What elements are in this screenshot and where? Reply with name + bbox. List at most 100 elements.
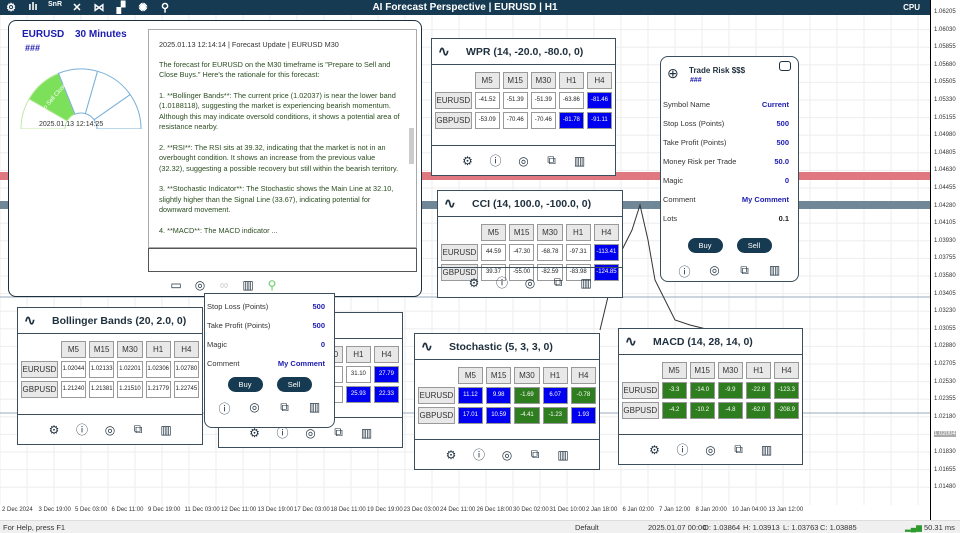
timeframe-header[interactable]: M30: [717, 361, 743, 379]
info-icon[interactable]: ⓘ: [75, 421, 89, 438]
timeframe-header[interactable]: M15: [89, 340, 115, 358]
field-value[interactable]: My Comment: [742, 195, 789, 204]
timeframe-header[interactable]: H4: [570, 366, 596, 384]
info-icon[interactable]: ⓘ: [678, 263, 692, 280]
timeframe-header[interactable]: M5: [60, 340, 87, 358]
refresh-icon[interactable]: ◎: [193, 278, 207, 292]
info-icon[interactable]: ⓘ: [495, 274, 509, 291]
field-value[interactable]: 500: [312, 321, 325, 330]
timeframe-header[interactable]: M15: [486, 366, 512, 384]
bars-icon[interactable]: ılı: [22, 1, 44, 14]
timeframe-header[interactable]: M5: [661, 361, 687, 379]
forecast-text[interactable]: 2025.01.13 12:14:14 | Forecast Update | …: [148, 29, 417, 248]
timeframe-header[interactable]: M5: [457, 366, 484, 384]
link-icon[interactable]: ∞: [217, 278, 231, 292]
trash-icon[interactable]: ▥: [579, 276, 593, 290]
field-value[interactable]: 50.0: [774, 157, 789, 166]
indicator-icon[interactable]: ⋈: [88, 1, 110, 14]
trash-icon[interactable]: ▥: [159, 423, 173, 437]
symbol-button[interactable]: EURUSD: [622, 381, 659, 399]
timeframe-header[interactable]: H1: [542, 366, 568, 384]
field-value[interactable]: 500: [776, 119, 789, 128]
timeframe-header[interactable]: H4: [173, 340, 199, 358]
field-value[interactable]: 500: [776, 138, 789, 147]
trash-icon[interactable]: ▥: [308, 400, 322, 417]
tools-icon[interactable]: ✕: [66, 1, 88, 14]
copy-icon[interactable]: ⧉: [131, 422, 145, 437]
symbol-button[interactable]: GBPUSD: [622, 401, 659, 419]
field-value[interactable]: 0.1: [779, 214, 789, 223]
timeframe-header[interactable]: H4: [373, 345, 400, 363]
copy-icon[interactable]: ⧉: [545, 153, 559, 168]
gear-icon[interactable]: ⚙: [444, 448, 458, 462]
symbol-button[interactable]: GBPUSD: [21, 380, 58, 398]
info-icon[interactable]: ⓘ: [489, 152, 503, 169]
refresh-icon[interactable]: ◎: [523, 276, 537, 290]
field-value[interactable]: My Comment: [278, 359, 325, 368]
timeframe-header[interactable]: H1: [145, 340, 171, 358]
trash-icon[interactable]: ▥: [768, 263, 782, 280]
timeframe-header[interactable]: M30: [530, 71, 556, 89]
copy-icon[interactable]: ⧉: [732, 442, 746, 457]
gear-icon[interactable]: ⚙: [648, 443, 662, 457]
timeframe-header[interactable]: M5: [474, 71, 500, 89]
buy-button[interactable]: Buy: [687, 238, 723, 253]
field-value[interactable]: 0: [785, 176, 789, 185]
timeframe-header[interactable]: M30: [514, 366, 540, 384]
forecast-input[interactable]: [148, 248, 417, 272]
minimize-icon[interactable]: [779, 61, 791, 71]
copy-icon[interactable]: ⧉: [332, 425, 346, 440]
symbol-button[interactable]: GBPUSD: [435, 111, 472, 129]
popup-sell-button[interactable]: Sell: [276, 377, 312, 392]
refresh-icon[interactable]: ◎: [500, 448, 514, 462]
minimize-icon[interactable]: ▭: [169, 278, 183, 292]
info-icon[interactable]: ⓘ: [472, 446, 486, 463]
gear-icon[interactable]: ⚙: [467, 276, 481, 290]
gear-icon[interactable]: ⚙: [47, 423, 61, 437]
scrollbar[interactable]: [409, 128, 414, 164]
field-value[interactable]: Current: [762, 100, 789, 109]
copy-icon[interactable]: ⧉: [738, 263, 752, 280]
timeframe-header[interactable]: M5: [480, 223, 507, 241]
timeframe-header[interactable]: H1: [565, 223, 591, 241]
timeframe-header[interactable]: M30: [537, 223, 563, 241]
trash-icon[interactable]: ▥: [760, 443, 774, 457]
symbol-button[interactable]: EURUSD: [418, 386, 455, 404]
refresh-icon[interactable]: ◎: [704, 443, 718, 457]
refresh-icon[interactable]: ◎: [517, 154, 531, 168]
timeframe-header[interactable]: H4: [593, 223, 619, 241]
symbol-button[interactable]: EURUSD: [441, 243, 478, 261]
timeframe-header[interactable]: H4: [586, 71, 613, 89]
field-value[interactable]: 0: [321, 340, 325, 349]
refresh-icon[interactable]: ◎: [103, 423, 117, 437]
symbol-button[interactable]: GBPUSD: [418, 406, 455, 424]
info-icon[interactable]: ⓘ: [676, 441, 690, 458]
refresh-icon[interactable]: ◎: [248, 400, 262, 417]
timeframe-header[interactable]: H1: [558, 71, 584, 89]
field-value[interactable]: 500: [312, 302, 325, 311]
timeframe-header[interactable]: M30: [117, 340, 143, 358]
symbol-button[interactable]: EURUSD: [21, 360, 58, 378]
timeframe-header[interactable]: H1: [745, 361, 771, 379]
timeframe-header[interactable]: M15: [689, 361, 715, 379]
timeframe-header[interactable]: H4: [773, 361, 800, 379]
gear-icon[interactable]: ⚙: [461, 154, 475, 168]
trash-icon[interactable]: ▥: [573, 154, 587, 168]
symbol-button[interactable]: EURUSD: [435, 91, 472, 109]
popup-buy-button[interactable]: Buy: [227, 377, 263, 392]
timeframe-header[interactable]: H1: [345, 345, 371, 363]
snr-icon[interactable]: SnR: [44, 1, 66, 14]
timeframe-header[interactable]: M15: [502, 71, 528, 89]
copy-icon[interactable]: ⧉: [278, 400, 292, 417]
copy-icon[interactable]: ⧉: [528, 447, 542, 462]
info-icon[interactable]: ⓘ: [218, 400, 232, 417]
layout-icon[interactable]: ▞: [110, 1, 132, 14]
gear-icon[interactable]: ⚙: [0, 1, 22, 14]
trash-icon[interactable]: ▥: [241, 278, 255, 292]
copy-icon[interactable]: ⧉: [551, 275, 565, 290]
search-ai-icon[interactable]: ⚲: [265, 278, 279, 292]
trash-icon[interactable]: ▥: [556, 448, 570, 462]
ai-icon[interactable]: ✺: [132, 1, 154, 14]
refresh-icon[interactable]: ◎: [708, 263, 722, 280]
trash-icon[interactable]: ▥: [360, 426, 374, 440]
